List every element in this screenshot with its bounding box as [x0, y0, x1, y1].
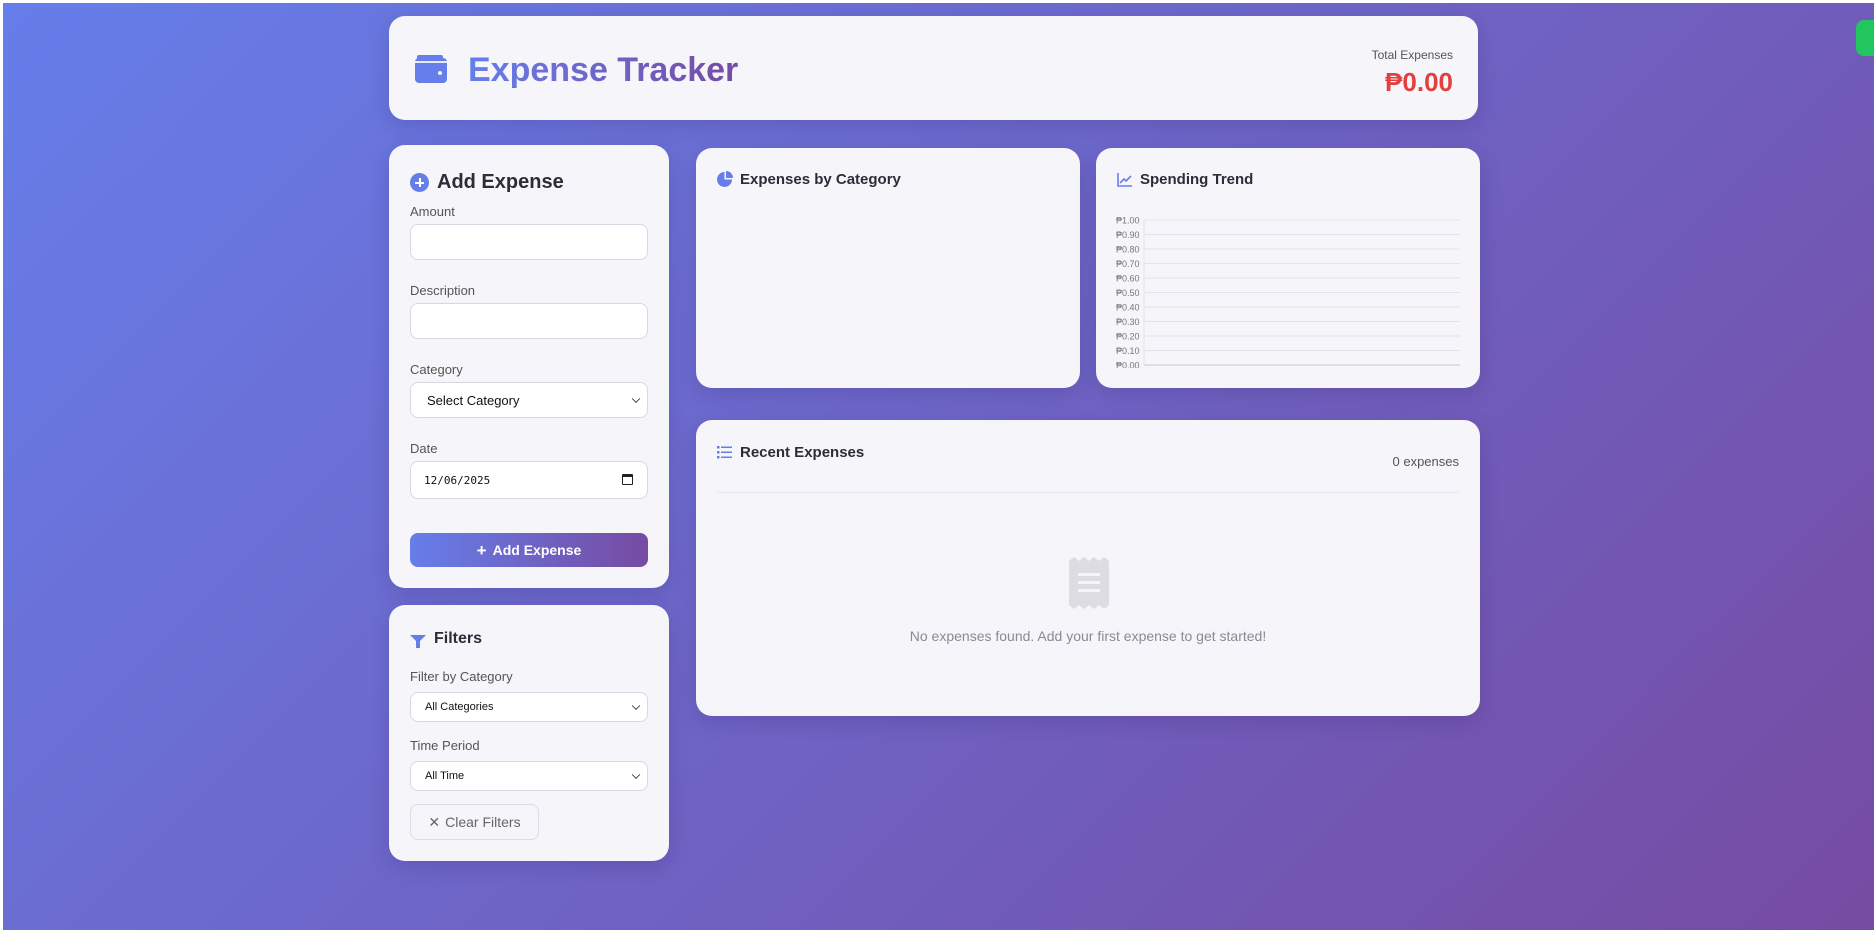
add-expense-button[interactable]: + Add Expense [410, 533, 648, 567]
recent-expenses-card: Recent Expenses 0 expenses No expenses f… [696, 420, 1480, 716]
description-input[interactable] [410, 303, 648, 339]
trend-chart-heading: Spending Trend [1117, 171, 1253, 188]
trend-chart-title: Spending Trend [1140, 171, 1254, 188]
calendar-icon[interactable] [622, 474, 633, 485]
time-period-label: Time Period [410, 738, 480, 753]
app-title: Expense Tracker [468, 51, 739, 89]
trend-chart-card: Spending Trend ₱1.00 ₱0.90 ₱0.80 ₱0.70 ₱0.60… [1096, 148, 1480, 388]
add-expense-title: Add Expense [437, 171, 564, 193]
date-input[interactable]: 12/06/2025 [410, 461, 648, 499]
category-selected-value: Select Category [427, 392, 520, 408]
category-chart-heading: Expenses by Category [717, 171, 901, 188]
close-icon: ✕ [428, 813, 441, 830]
wallet-icon [415, 55, 447, 83]
plus-circle-icon [410, 173, 429, 192]
date-value: 12/06/2025 [424, 473, 491, 487]
description-label: Description [410, 283, 476, 298]
header-card: Expense Tracker Total Expenses ₱0.00 [389, 16, 1478, 120]
list-icon [717, 446, 732, 459]
y-tick-label: ₱0.30 [1116, 317, 1140, 327]
y-tick-label: ₱0.50 [1116, 288, 1140, 298]
y-tick-label: ₱0.40 [1116, 303, 1140, 313]
y-tick-label: ₱0.60 [1116, 274, 1140, 284]
y-tick-label: ₱0.80 [1116, 245, 1140, 255]
chevron-down-icon [631, 701, 641, 711]
plus-icon: + [476, 540, 487, 560]
filter-category-select[interactable]: All Categories [410, 692, 648, 722]
amount-label: Amount [410, 204, 455, 219]
amount-input[interactable] [410, 224, 648, 260]
recent-heading: Recent Expenses [717, 444, 864, 461]
filter-category-label: Filter by Category [410, 669, 513, 684]
recent-title: Recent Expenses [740, 444, 865, 461]
pie-chart-icon [717, 172, 732, 187]
y-tick-label: ₱0.00 [1116, 361, 1140, 369]
category-select[interactable]: Select Category [410, 382, 648, 418]
chevron-down-icon [631, 394, 641, 404]
y-tick-label: ₱0.90 [1116, 230, 1140, 240]
clear-filters-button[interactable]: ✕ Clear Filters [410, 804, 539, 840]
date-label: Date [410, 441, 438, 456]
y-tick-label: ₱0.70 [1116, 259, 1140, 269]
category-chart-title: Expenses by Category [740, 171, 901, 188]
filters-title: Filters [434, 630, 483, 647]
time-period-value: All Time [425, 770, 465, 782]
filters-card: Filters Filter by Category All Categorie… [389, 605, 669, 861]
trend-line-chart: ₱1.00 ₱0.90 ₱0.80 ₱0.70 ₱0.60 ₱0.50 ₱0.40 ₱0.30… [1116, 216, 1460, 369]
category-pie-chart [716, 203, 1060, 368]
filter-category-value: All Categories [425, 701, 494, 713]
time-period-select[interactable]: All Time [410, 761, 648, 791]
y-tick-label: ₱0.20 [1116, 332, 1140, 342]
filters-heading: Filters [410, 630, 482, 648]
chevron-down-icon [631, 770, 641, 780]
category-label: Category [410, 362, 463, 377]
filter-icon [410, 635, 426, 648]
divider [717, 492, 1459, 493]
add-expense-heading: Add Expense [410, 171, 564, 194]
add-expense-button-label: Add Expense [492, 542, 582, 558]
category-chart-card: Expenses by Category [696, 148, 1080, 388]
empty-state-message: No expenses found. Add your first expens… [909, 628, 1267, 644]
receipt-icon [1069, 557, 1109, 609]
expense-count: 0 expenses [1392, 454, 1460, 469]
app-background: Expense Tracker Total Expenses ₱0.00 Add… [3, 3, 1874, 930]
side-tab[interactable] [1856, 20, 1874, 56]
clear-filters-label: Clear Filters [445, 814, 521, 830]
add-expense-card: Add Expense Amount Description Category … [389, 145, 669, 588]
total-value: ₱0.00 [1385, 67, 1453, 97]
y-tick-label: ₱1.00 [1116, 216, 1140, 226]
line-chart-icon [1117, 172, 1132, 187]
total-label: Total Expenses [1371, 48, 1453, 62]
y-tick-label: ₱0.10 [1116, 346, 1140, 356]
